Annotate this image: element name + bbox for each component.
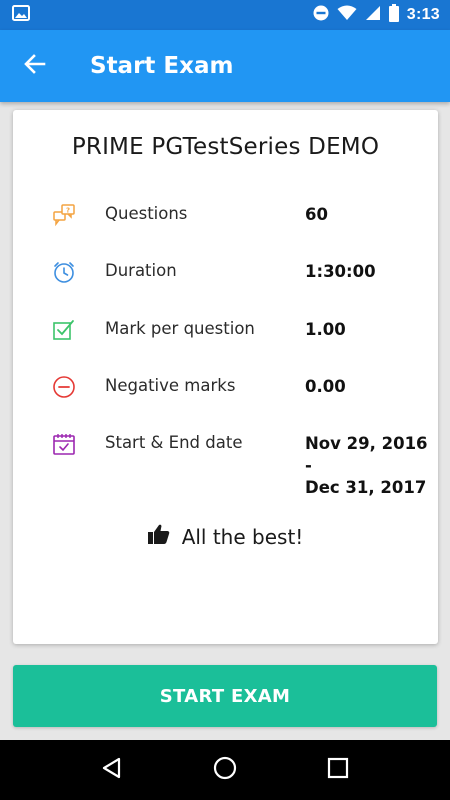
status-left: [12, 4, 30, 26]
good-luck-text: All the best!: [181, 524, 304, 549]
good-luck-message: All the best!: [13, 524, 438, 549]
nav-back-button[interactable]: [92, 750, 132, 790]
back-triangle-icon: [101, 757, 123, 784]
start-end-date-value: Nov 29, 2016 - Dec 31, 2017: [305, 433, 430, 499]
negative-marks-label: Negative marks: [105, 376, 236, 395]
status-right: 3:13: [313, 3, 440, 27]
detail-row-negative-marks: Negative marks 0.00: [13, 375, 438, 415]
negative-marks-value: 0.00: [305, 377, 346, 396]
detail-row-questions: ? Questions 60: [13, 203, 438, 243]
questions-value: 60: [305, 205, 328, 224]
image-icon: [12, 4, 30, 26]
nav-recents-button[interactable]: [318, 750, 358, 790]
mark-per-question-value: 1.00: [305, 320, 346, 339]
page-title: Start Exam: [90, 53, 234, 79]
svg-text:?: ?: [66, 207, 70, 215]
do-not-disturb-icon: [313, 5, 329, 26]
clock-icon: [52, 260, 76, 284]
status-time: 3:13: [406, 6, 440, 23]
end-date-line: Dec 31, 2017: [305, 478, 427, 497]
start-end-date-label: Start & End date: [105, 433, 243, 452]
home-circle-icon: [213, 756, 237, 785]
start-exam-button[interactable]: START EXAM: [13, 665, 437, 727]
battery-icon: [388, 3, 399, 27]
mark-per-question-label: Mark per question: [105, 319, 255, 338]
exam-details-card: PRIME PGTestSeries DEMO ? Questions 60 D…: [13, 110, 438, 644]
app-bar: Start Exam: [0, 30, 450, 102]
signal-icon: [365, 5, 381, 26]
recents-square-icon: [327, 757, 349, 784]
system-nav-bar: [0, 740, 450, 800]
duration-label: Duration: [105, 261, 177, 280]
arrow-back-icon: [24, 53, 46, 79]
duration-value: 1:30:00: [305, 262, 376, 281]
detail-row-mark-per-question: Mark per question 1.00: [13, 318, 438, 358]
checkbox-icon: [52, 318, 76, 342]
questions-label: Questions: [105, 204, 188, 223]
thumbs-up-icon: [147, 524, 170, 549]
minus-circle-icon: [52, 375, 76, 399]
back-button[interactable]: [0, 30, 70, 102]
calendar-icon: [52, 432, 76, 456]
questions-icon: ?: [52, 203, 76, 227]
detail-row-duration: Duration 1:30:00: [13, 260, 438, 300]
detail-row-start-end-date: Start & End date Nov 29, 2016 - Dec 31, …: [13, 432, 438, 497]
exam-title: PRIME PGTestSeries DEMO: [71, 134, 380, 160]
start-date-line: Nov 29, 2016 -: [305, 434, 428, 475]
wifi-icon: [337, 5, 357, 26]
status-bar: 3:13: [0, 0, 450, 30]
nav-home-button[interactable]: [205, 750, 245, 790]
